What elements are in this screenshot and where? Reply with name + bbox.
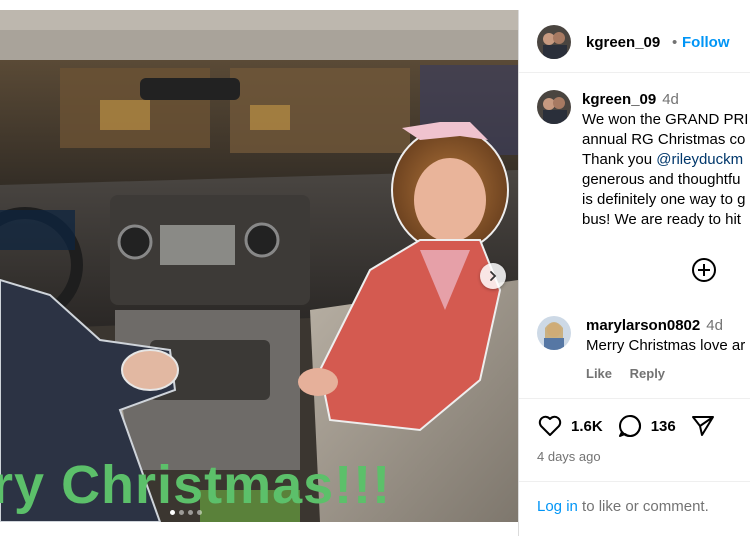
caption-line: is definitely one way to g: [582, 191, 746, 208]
caption-age: 4d: [662, 91, 679, 108]
follow-button[interactable]: Follow: [682, 34, 730, 51]
like-count: 1.6K: [571, 417, 603, 435]
caption-line: annual RG Christmas co: [582, 131, 746, 148]
comment-reply-button[interactable]: Reply: [630, 366, 665, 381]
carousel-dot: [188, 510, 193, 515]
avatar[interactable]: [537, 316, 571, 350]
comment-item: marylarson0802 4d Merry Christmas love ar…: [519, 310, 750, 390]
next-photo-button[interactable]: [480, 263, 506, 289]
header-separator: •: [672, 34, 678, 51]
post-header: kgreen_09 • Follow: [519, 10, 750, 73]
van-interior-image: [0, 10, 518, 522]
post-date: 4 days ago: [537, 449, 601, 464]
comment-icon[interactable]: [617, 413, 643, 439]
comment-age: 4d: [706, 317, 723, 334]
header-username[interactable]: kgreen_09: [586, 34, 660, 51]
comment-count: 136: [650, 417, 676, 435]
comment-text: Merry Christmas love ar: [586, 337, 746, 354]
chevron-right-icon: [490, 271, 497, 281]
carousel-dot: [170, 510, 175, 515]
caption-username[interactable]: kgreen_09: [582, 91, 656, 108]
carousel-dot: [179, 510, 184, 515]
login-prompt: to like or comment.: [577, 498, 709, 515]
caption-line: We won the GRAND PRI: [582, 111, 749, 128]
plus-circle-icon: [692, 258, 716, 282]
post-actions: 1.6K 136 4 days ago Log in to like or co…: [519, 398, 750, 536]
caption-line: Thank you: [582, 151, 657, 168]
heart-icon[interactable]: [537, 413, 563, 439]
caption-text: kgreen_09 4d We won the GRAND PRI annual …: [582, 90, 750, 230]
mention-link[interactable]: @rileyduckm: [656, 151, 743, 168]
post-side-panel: kgreen_09 • Follow kgreen_09 4d We won th…: [518, 10, 750, 536]
caption-line: bus! We are ready to hit: [582, 211, 741, 228]
login-link[interactable]: Log in: [537, 498, 578, 515]
comment-username[interactable]: marylarson0802: [586, 317, 700, 334]
post-photo[interactable]: rry Christmas!!!: [0, 10, 518, 522]
photo-text-overlay: rry Christmas!!!: [0, 455, 392, 515]
comment-like-button[interactable]: Like: [586, 366, 612, 381]
load-more-comments-button[interactable]: [691, 257, 717, 283]
share-icon[interactable]: [690, 413, 716, 439]
avatar[interactable]: [537, 25, 571, 59]
avatar[interactable]: [537, 90, 571, 124]
carousel-dots: [170, 510, 202, 515]
post-caption: kgreen_09 4d We won the GRAND PRI annual …: [519, 72, 750, 242]
carousel-dot: [197, 510, 202, 515]
caption-line: generous and thoughtfu: [582, 171, 741, 188]
